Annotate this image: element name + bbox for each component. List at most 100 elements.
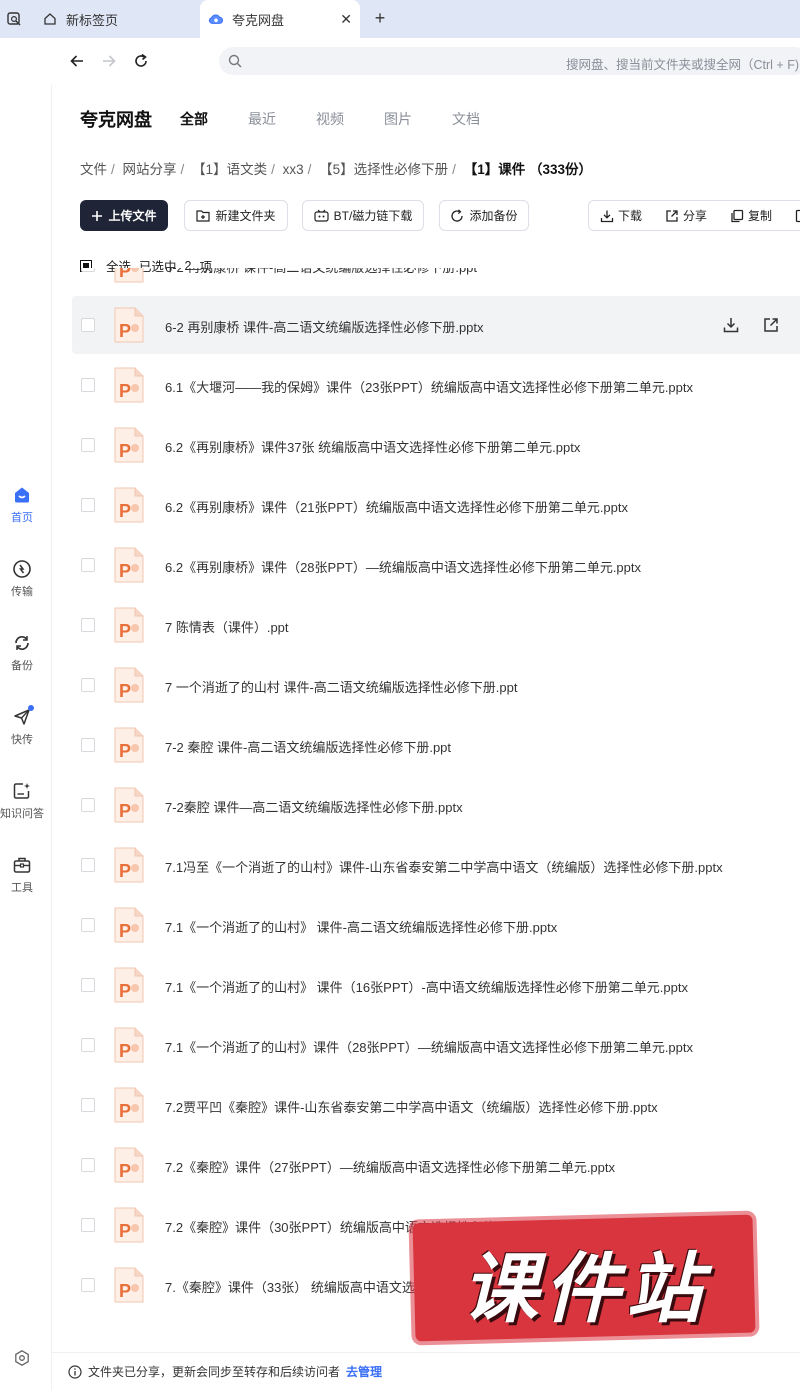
file-name[interactable]: 7-2 秦腔 课件-高二语文统编版选择性必修下册.ppt — [165, 737, 451, 756]
file-name[interactable]: 6.1《大堰河——我的保姆》课件（23张PPT）统编版高中语文选择性必修下册第二… — [165, 377, 693, 396]
notification-dot — [28, 705, 34, 711]
file-row[interactable]: P 6.1《大堰河——我的保姆》课件（23张PPT）统编版高中语文选择性必修下册第… — [72, 356, 800, 414]
file-row[interactable]: P 7-2秦腔 课件—高二语文统编版选择性必修下册.pptx — [72, 776, 800, 834]
file-name[interactable]: 7.1《一个消逝了的山村》 课件（16张PPT）-高中语文统编版选择性必修下册第… — [165, 977, 688, 996]
row-checkbox[interactable] — [81, 858, 95, 872]
row-checkbox[interactable] — [81, 678, 95, 692]
file-row[interactable]: P 7-2 秦腔 课件-高二语文统编版选择性必修下册.ppt — [72, 716, 800, 774]
row-checkbox[interactable] — [81, 1278, 95, 1292]
tab-search-icon[interactable] — [0, 6, 28, 32]
tab-quark-drive[interactable]: 夸克网盘 ✕ — [200, 0, 360, 38]
breadcrumb-item[interactable]: 网站分享 — [123, 162, 177, 177]
forward-arrow-icon[interactable] — [98, 50, 120, 72]
share-button[interactable]: 分享 — [665, 207, 707, 224]
svg-text:P: P — [119, 561, 131, 581]
download-button[interactable]: 下载 — [600, 207, 642, 224]
row-share-icon[interactable] — [761, 315, 781, 335]
reload-icon[interactable] — [130, 50, 152, 72]
file-row[interactable]: P 7.1冯至《一个消逝了的山村》课件-山东省泰安第二中学高中语文（统编版）选择性… — [72, 836, 800, 894]
close-icon[interactable]: ✕ — [340, 11, 352, 28]
row-checkbox[interactable] — [81, 978, 95, 992]
tab-images[interactable]: 图片 — [384, 109, 412, 129]
sidebar-item-backup[interactable]: 备份 — [0, 632, 44, 673]
sidebar-item-knowledge-qa[interactable]: 知识问答 — [0, 780, 44, 821]
sidebar-item-tools[interactable]: 工具 — [0, 854, 44, 895]
breadcrumb-item[interactable]: 【1】语文类 — [192, 162, 267, 177]
settings-gear-icon[interactable] — [13, 1349, 31, 1372]
svg-text:P: P — [119, 1281, 131, 1301]
tab-docs[interactable]: 文档 — [452, 109, 480, 129]
file-name[interactable]: 6.2《再别康桥》课件37张 统编版高中语文选择性必修下册第二单元.pptx — [165, 437, 580, 456]
breadcrumb-item[interactable]: 【5】选择性必修下册 — [319, 162, 448, 177]
row-checkbox[interactable] — [81, 1098, 95, 1112]
row-checkbox[interactable] — [81, 378, 95, 392]
file-row[interactable]: P 7.1《一个消逝了的山村》课件（28张PPT）—统编版高中语文选择性必修下册第… — [72, 1016, 800, 1074]
search-placeholder: 搜网盘、搜当前文件夹或搜全网（Ctrl + F) — [566, 58, 799, 72]
file-name[interactable]: 7.2《秦腔》课件（27张PPT）—统编版高中语文选择性必修下册第二单元.ppt… — [165, 1157, 615, 1176]
copy-button[interactable]: 复制 — [730, 207, 772, 224]
manage-link[interactable]: 去管理 — [346, 1363, 382, 1380]
file-name[interactable]: 7.1冯至《一个消逝了的山村》课件-山东省泰安第二中学高中语文（统编版）选择性必… — [165, 857, 723, 876]
file-row[interactable]: P 6-2 再别康桥 课件-高二语文统编版选择性必修下册.ppt — [72, 268, 800, 294]
file-row[interactable]: P 7.1《一个消逝了的山村》 课件（16张PPT）-高中语文统编版选择性必修下册… — [72, 956, 800, 1014]
file-row[interactable]: P 7.2贾平凹《秦腔》课件-山东省泰安第二中学高中语文（统编版）选择性必修下册.… — [72, 1076, 800, 1134]
tab-video[interactable]: 视频 — [316, 109, 344, 129]
row-checkbox[interactable] — [81, 318, 95, 332]
svg-text:P: P — [119, 1041, 131, 1061]
row-checkbox[interactable] — [81, 1158, 95, 1172]
file-row[interactable]: P 7.2《秦腔》课件（27张PPT）—统编版高中语文选择性必修下册第二单元.pp… — [72, 1136, 800, 1194]
file-row[interactable]: P 6.2《再别康桥》课件（28张PPT）—统编版高中语文选择性必修下册第二单元.… — [72, 536, 800, 594]
back-arrow-icon[interactable] — [66, 50, 88, 72]
file-row[interactable]: P 6-2 再别康桥 课件-高二语文统编版选择性必修下册.pptx — [72, 296, 800, 354]
breadcrumb-item[interactable]: 文件 — [80, 162, 107, 177]
row-checkbox[interactable] — [81, 558, 95, 572]
ppt-file-icon: P — [113, 786, 145, 824]
row-checkbox[interactable] — [81, 738, 95, 752]
ppt-file-icon: P — [113, 666, 145, 704]
row-checkbox[interactable] — [81, 268, 95, 272]
sidebar-item-label: 快传 — [11, 734, 33, 746]
file-row[interactable]: P 7.1《一个消逝了的山村》 课件-高二语文统编版选择性必修下册.pptx — [72, 896, 800, 954]
file-row[interactable]: P 7 一个消逝了的山村 课件-高二语文统编版选择性必修下册.ppt — [72, 656, 800, 714]
file-name[interactable]: 6-2 再别康桥 课件-高二语文统编版选择性必修下册.ppt — [165, 268, 477, 276]
file-name[interactable]: 7 陈情表（课件）.ppt — [165, 617, 289, 636]
file-name[interactable]: 7 一个消逝了的山村 课件-高二语文统编版选择性必修下册.ppt — [165, 677, 517, 696]
tab-recent[interactable]: 最近 — [248, 109, 276, 129]
more-actions-icon[interactable] — [795, 209, 800, 223]
row-checkbox[interactable] — [81, 1218, 95, 1232]
file-name[interactable]: 6.2《再别康桥》课件（21张PPT）统编版高中语文选择性必修下册第二单元.pp… — [165, 497, 628, 516]
file-name[interactable]: 7.1《一个消逝了的山村》 课件-高二语文统编版选择性必修下册.pptx — [165, 917, 557, 936]
info-icon — [68, 1364, 82, 1379]
ppt-file-icon: P — [113, 966, 145, 1004]
address-search-bar[interactable]: 搜网盘、搜当前文件夹或搜全网（Ctrl + F) — [219, 47, 800, 75]
ppt-file-icon: P — [113, 426, 145, 464]
breadcrumb-item[interactable]: xx3 — [283, 162, 304, 177]
file-row[interactable]: P 6.2《再别康桥》课件（21张PPT）统编版高中语文选择性必修下册第二单元.p… — [72, 476, 800, 534]
row-checkbox[interactable] — [81, 438, 95, 452]
file-name[interactable]: 7.1《一个消逝了的山村》课件（28张PPT）—统编版高中语文选择性必修下册第二… — [165, 1037, 693, 1056]
file-name[interactable]: 7.2贾平凹《秦腔》课件-山东省泰安第二中学高中语文（统编版）选择性必修下册.p… — [165, 1097, 658, 1116]
sidebar-item-transfer[interactable]: 传输 — [0, 558, 44, 599]
sidebar-item-quick-send[interactable]: 快传 — [0, 705, 44, 747]
file-row[interactable]: P 7 陈情表（课件）.ppt — [72, 596, 800, 654]
tab-new-tab[interactable]: 新标签页 — [30, 0, 198, 38]
main-content: 夸克网盘 全部 最近 视频 图片 文档 文件 / 网站分享 / 【1】语文类 / xx… — [52, 84, 800, 1390]
row-checkbox[interactable] — [81, 798, 95, 812]
bt-magnet-download-button[interactable]: BT/磁力链下载 — [302, 200, 424, 231]
new-tab-plus-icon[interactable]: + — [370, 8, 390, 28]
button-label: 上传文件 — [108, 209, 157, 223]
file-row[interactable]: P 6.2《再别康桥》课件37张 统编版高中语文选择性必修下册第二单元.pptx — [72, 416, 800, 474]
file-name[interactable]: 7-2秦腔 课件—高二语文统编版选择性必修下册.pptx — [165, 797, 463, 816]
sidebar-item-home[interactable]: 首页 — [0, 484, 44, 525]
file-name[interactable]: 6.2《再别康桥》课件（28张PPT）—统编版高中语文选择性必修下册第二单元.p… — [165, 557, 641, 576]
new-folder-button[interactable]: 新建文件夹 — [184, 200, 288, 231]
file-name[interactable]: 6-2 再别康桥 课件-高二语文统编版选择性必修下册.pptx — [165, 317, 484, 336]
add-backup-button[interactable]: 添加备份 — [439, 200, 529, 231]
row-checkbox[interactable] — [81, 498, 95, 512]
row-checkbox[interactable] — [81, 1038, 95, 1052]
row-download-icon[interactable] — [721, 315, 741, 335]
row-checkbox[interactable] — [81, 618, 95, 632]
tab-all[interactable]: 全部 — [180, 109, 208, 129]
upload-file-button[interactable]: 上传文件 — [80, 200, 168, 231]
row-checkbox[interactable] — [81, 918, 95, 932]
